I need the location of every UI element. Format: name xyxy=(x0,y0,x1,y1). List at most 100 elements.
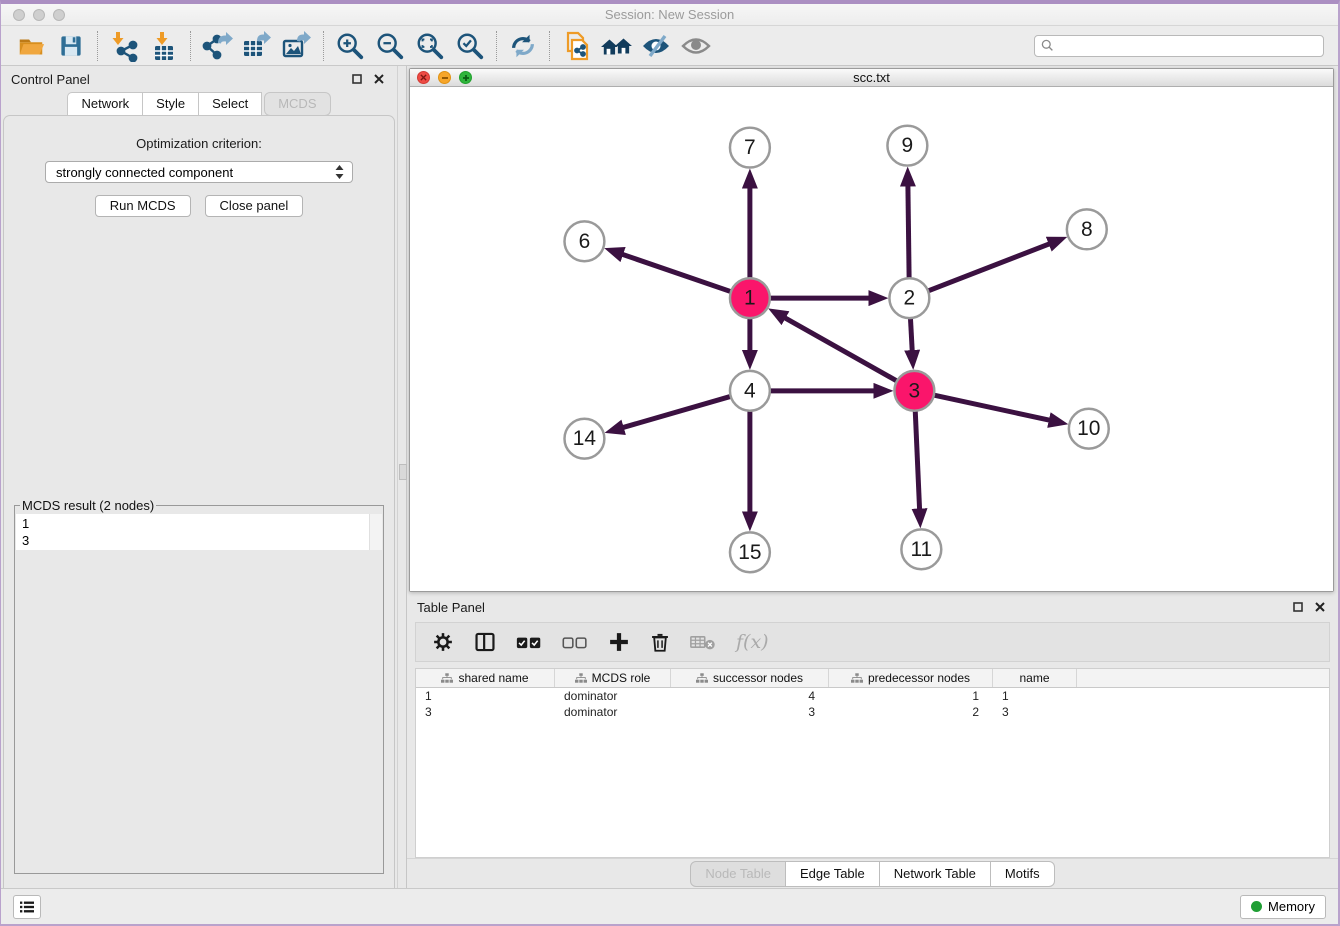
function-builder-icon: f(x) xyxy=(736,631,769,653)
tab-edge-table[interactable]: Edge Table xyxy=(786,861,880,887)
home-icon[interactable] xyxy=(596,29,636,63)
network-view-window: scc.txt 1234678910111415 xyxy=(409,68,1334,592)
save-session-icon[interactable] xyxy=(51,29,91,63)
zoom-fit-icon[interactable] xyxy=(410,29,450,63)
run-mcds-button[interactable]: Run MCDS xyxy=(95,195,191,217)
edge-2-3[interactable] xyxy=(910,316,912,362)
close-table-panel-icon[interactable] xyxy=(1312,599,1328,615)
column-header-predecessor-nodes[interactable]: predecessor nodes xyxy=(829,669,993,687)
deselect-all-columns-icon[interactable] xyxy=(562,633,588,651)
edge-4-14[interactable] xyxy=(612,396,732,431)
table-cell[interactable]: 2 xyxy=(829,705,993,719)
column-header-filler xyxy=(1077,669,1329,687)
result-scrollbar[interactable] xyxy=(369,514,382,550)
import-table-icon[interactable] xyxy=(144,29,184,63)
column-settings-icon[interactable] xyxy=(432,631,454,653)
close-panel-button[interactable]: Close panel xyxy=(205,195,304,217)
table-cell[interactable]: 3 xyxy=(416,705,555,719)
search-input[interactable] xyxy=(1058,39,1317,53)
column-header-label: successor nodes xyxy=(713,671,803,685)
edge-2-9[interactable] xyxy=(908,175,909,281)
column-sort-icon xyxy=(696,673,708,683)
column-sort-icon xyxy=(851,673,863,683)
zoom-out-icon[interactable] xyxy=(370,29,410,63)
select-all-columns-icon[interactable] xyxy=(516,633,542,651)
edge-3-11[interactable] xyxy=(915,409,920,521)
column-header-successor-nodes[interactable]: successor nodes xyxy=(671,669,829,687)
node-label-8: 8 xyxy=(1081,218,1093,241)
table-cell[interactable]: dominator xyxy=(555,689,671,703)
task-list-button[interactable] xyxy=(13,895,41,919)
column-header-label: shared name xyxy=(458,671,528,685)
control-panel: Control Panel NetworkStyleSelectMCDS Opt… xyxy=(1,66,397,888)
optimization-selected-value: strongly connected component xyxy=(56,165,333,180)
table-row-1[interactable]: 1dominator411 xyxy=(416,688,1329,704)
delete-column-icon[interactable] xyxy=(650,631,670,653)
table-toolbar: f(x) xyxy=(415,622,1330,662)
duplicate-network-icon[interactable] xyxy=(556,29,596,63)
tab-style[interactable]: Style xyxy=(143,92,199,116)
column-header-name[interactable]: name xyxy=(993,669,1077,687)
node-table: shared name MCDS role successor nodes prede… xyxy=(415,668,1330,858)
status-bar: Memory xyxy=(1,888,1338,924)
table-cell[interactable]: dominator xyxy=(555,705,671,719)
node-label-7: 7 xyxy=(744,136,756,159)
table-panel: Table Panel xyxy=(407,594,1338,888)
float-table-panel-icon[interactable] xyxy=(1290,599,1306,615)
tab-network[interactable]: Network xyxy=(67,92,143,116)
memory-button[interactable]: Memory xyxy=(1240,895,1326,919)
column-sort-icon xyxy=(441,673,453,683)
apply-layout-icon[interactable] xyxy=(503,29,543,63)
tab-motifs[interactable]: Motifs xyxy=(991,861,1055,887)
tab-mcds[interactable]: MCDS xyxy=(264,92,330,116)
table-cell[interactable]: 3 xyxy=(671,705,829,719)
optimization-select[interactable]: strongly connected component xyxy=(45,161,353,183)
table-cell[interactable]: 1 xyxy=(416,689,555,703)
main-toolbar xyxy=(1,26,1338,66)
edge-2-8[interactable] xyxy=(926,240,1060,292)
network-canvas[interactable]: 1234678910111415 xyxy=(410,87,1333,591)
delete-table-icon[interactable] xyxy=(690,633,716,651)
node-label-6: 6 xyxy=(579,230,591,253)
table-cell[interactable]: 4 xyxy=(671,689,829,703)
column-header-label: predecessor nodes xyxy=(868,671,970,685)
network-graph[interactable]: 1234678910111415 xyxy=(410,87,1333,591)
control-panel-title: Control Panel xyxy=(11,72,90,87)
column-header-label: name xyxy=(1019,671,1049,685)
edge-1-6[interactable] xyxy=(612,251,733,293)
toolbar-separator xyxy=(496,31,497,61)
node-label-14: 14 xyxy=(573,427,597,450)
column-header-shared-name[interactable]: shared name xyxy=(416,669,555,687)
tab-node-table[interactable]: Node Table xyxy=(690,861,786,887)
toggle-column-view-icon[interactable] xyxy=(474,631,496,653)
hide-graphics-details-icon[interactable] xyxy=(636,29,676,63)
show-graphics-details-icon[interactable] xyxy=(676,29,716,63)
import-network-icon[interactable] xyxy=(104,29,144,63)
tab-select[interactable]: Select xyxy=(199,92,262,116)
node-label-9: 9 xyxy=(902,134,914,157)
table-cell[interactable]: 3 xyxy=(993,705,1077,719)
search-icon xyxy=(1041,39,1054,52)
node-label-15: 15 xyxy=(738,541,761,564)
edge-3-1[interactable] xyxy=(775,312,899,382)
float-panel-icon[interactable] xyxy=(349,71,365,87)
close-panel-icon[interactable] xyxy=(371,71,387,87)
zoom-in-icon[interactable] xyxy=(330,29,370,63)
table-row-2[interactable]: 3dominator323 xyxy=(416,704,1329,720)
export-image-icon[interactable] xyxy=(277,29,317,63)
table-cell[interactable]: 1 xyxy=(829,689,993,703)
zoom-selected-icon[interactable] xyxy=(450,29,490,63)
export-table-icon[interactable] xyxy=(237,29,277,63)
optimization-criterion-label: Optimization criterion: xyxy=(4,136,394,151)
panel-splitter[interactable] xyxy=(397,66,407,888)
add-column-icon[interactable] xyxy=(608,631,630,653)
open-session-icon[interactable] xyxy=(11,29,51,63)
node-label-4: 4 xyxy=(744,379,756,402)
mcds-result-title: MCDS result (2 nodes) xyxy=(20,498,156,513)
tab-network-table[interactable]: Network Table xyxy=(880,861,991,887)
export-network-icon[interactable] xyxy=(197,29,237,63)
mcds-result-box[interactable]: 13 xyxy=(16,514,382,550)
table-cell[interactable]: 1 xyxy=(993,689,1077,703)
column-header-MCDS-role[interactable]: MCDS role xyxy=(555,669,671,687)
edge-3-10[interactable] xyxy=(932,395,1061,423)
